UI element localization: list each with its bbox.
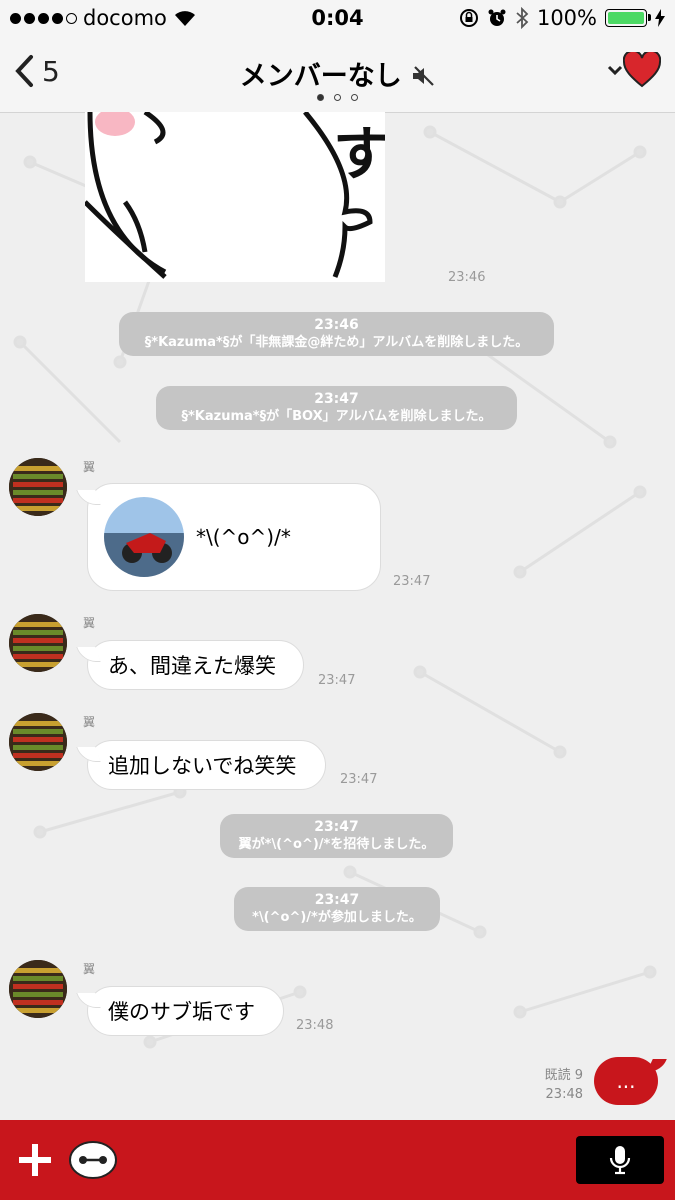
voice-button[interactable] [576, 1136, 664, 1184]
read-count: 既読 9 [544, 1068, 583, 1083]
mute-icon [413, 66, 434, 86]
avatar-image [9, 713, 67, 771]
system-message: 23:47 §*Kazuma*§が「BOX」アルバムを削除しました。 [156, 386, 517, 430]
system-message-text: §*Kazuma*§が「非無課金@絆ため」アルバムを削除しました。 [144, 335, 529, 350]
status-right: 100% [459, 6, 665, 30]
heart-menu-button[interactable] [607, 52, 661, 88]
sender-name: 翼 [83, 460, 96, 474]
message-text: ... [616, 1069, 636, 1093]
system-message-time: 23:47 [314, 391, 359, 407]
message-bubble[interactable]: 僕のサブ垢です [87, 986, 284, 1036]
avatar[interactable] [9, 713, 67, 771]
message-time: 23:47 [318, 673, 356, 688]
system-message-text: *\(^o^)/*が参加しました。 [252, 910, 422, 925]
system-message-time: 23:46 [314, 317, 359, 333]
battery-percent: 100% [536, 6, 597, 30]
system-message-text: §*Kazuma*§が「BOX」アルバムを削除しました。 [181, 409, 492, 424]
status-bar: docomo 0:04 100% [0, 0, 675, 38]
message-text: *\(^o^)/* [196, 525, 291, 549]
avatar-image [9, 614, 67, 672]
contact-photo [104, 497, 184, 577]
message-bubble[interactable]: 追加しないでね笑笑 [87, 740, 326, 790]
page-dot [351, 94, 358, 101]
sticker-character: す [85, 112, 385, 282]
page-indicator [0, 94, 675, 101]
rotation-lock-icon [459, 9, 478, 27]
chevron-down-icon [607, 65, 623, 76]
input-bar [0, 1120, 675, 1200]
message-bubble[interactable]: *\(^o^)/* [87, 483, 381, 591]
my-message-bubble[interactable]: ... [594, 1057, 658, 1105]
avatar[interactable] [9, 960, 67, 1018]
sender-name: 翼 [83, 616, 96, 630]
avatar-image [9, 960, 67, 1018]
charging-icon [655, 9, 665, 27]
chat-title-text: メンバーなし [239, 61, 402, 92]
page-dot [334, 94, 341, 101]
system-message: 23:47 *\(^o^)/*が参加しました。 [234, 887, 440, 931]
sticker-image[interactable]: す [85, 112, 385, 282]
system-message-text: 翼が*\(^o^)/*を招待しました。 [238, 837, 435, 852]
system-message: 23:47 翼が*\(^o^)/*を招待しました。 [220, 814, 453, 858]
heart-icon [623, 52, 661, 88]
message-text: 僕のサブ垢です [108, 1000, 255, 1024]
sender-name: 翼 [83, 715, 96, 729]
sticker-icon[interactable] [68, 1140, 118, 1180]
system-message-time: 23:47 [314, 819, 359, 835]
message-text: あ、間違えた爆笑 [108, 654, 276, 678]
avatar[interactable] [9, 614, 67, 672]
message-time: 23:47 [393, 574, 431, 589]
chat-header: 5 メンバーなし [0, 38, 675, 113]
battery-icon [605, 9, 651, 27]
alarm-icon [488, 9, 506, 26]
bluetooth-icon [516, 7, 529, 29]
message-bubble[interactable]: あ、間違えた爆笑 [87, 640, 304, 690]
system-message: 23:46 §*Kazuma*§が「非無課金@絆ため」アルバムを削除しました。 [119, 312, 554, 356]
read-status: 既読 9 23:48 [545, 1066, 583, 1104]
message-time: 23:47 [340, 772, 378, 787]
avatar[interactable] [9, 458, 67, 516]
page-dot [317, 94, 324, 101]
avatar-image [9, 458, 67, 516]
chat-title[interactable]: メンバーなし [0, 54, 675, 93]
message-time: 23:48 [545, 1087, 583, 1102]
svg-text:す: す [333, 120, 385, 188]
message-time: 23:46 [448, 270, 486, 285]
system-message-time: 23:47 [314, 892, 360, 908]
message-text: 追加しないでね笑笑 [108, 754, 297, 778]
plus-icon[interactable] [17, 1142, 53, 1178]
sender-name: 翼 [83, 962, 96, 976]
microphone-icon [609, 1146, 631, 1175]
message-time: 23:48 [296, 1018, 334, 1033]
